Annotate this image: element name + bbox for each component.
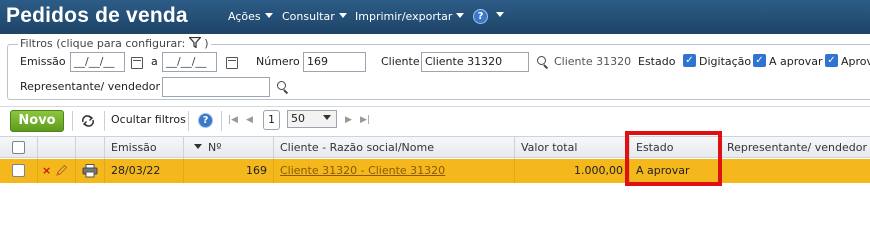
search-icon[interactable] [277,81,289,93]
cliente-link[interactable]: Cliente 31320 - Cliente 31320 [280,164,445,177]
estado-digitacao-checkbox[interactable]: ✓ [683,54,696,67]
prev-page-icon[interactable]: ◀ [246,115,253,125]
menu-consultar[interactable]: Consultar [282,10,347,23]
cell-representante [721,159,870,183]
column-cliente[interactable]: Cliente - Razão social/Nome [274,137,515,159]
cliente-name-display: Cliente 31320 [554,55,632,68]
help-icon: ? [473,9,488,24]
row-actions-cell: × [38,159,76,183]
menu-imprimir-label: Imprimir/exportar [355,10,453,23]
row-select-cell [0,159,38,183]
help-menu[interactable]: ? [473,9,504,24]
estado-digitacao-label: Digitação [699,55,752,68]
select-all-cell [0,137,38,159]
next-page-icon[interactable]: ▶ [345,115,352,125]
divider [104,111,105,131]
funnel-icon [187,36,202,49]
app-header: Pedidos de venda Ações Consultar Imprimi… [0,0,870,34]
cell-estado: A aprovar [630,159,721,183]
calendar-icon[interactable] [226,57,238,69]
chevron-down-icon [456,13,465,18]
delete-icon[interactable]: × [42,159,51,182]
last-page-icon[interactable]: ▶| [360,115,370,125]
chevron-down-icon [322,115,331,120]
sort-desc-icon [194,144,202,149]
refresh-icon[interactable] [80,114,96,128]
search-icon[interactable] [537,56,549,68]
numero-input[interactable]: 169 [303,52,366,72]
menu-acoes[interactable]: Ações [228,10,273,23]
range-separator: a [151,55,158,68]
representante-label: Representante/ vendedor [20,80,160,93]
select-all-checkbox[interactable] [12,141,25,154]
menu-acoes-label: Ações [228,10,261,23]
emissao-from-input[interactable]: __/__/__ [70,52,125,72]
cell-numero: 169 [184,159,274,183]
row-checkbox[interactable] [12,164,25,177]
grid-toolbar: Novo Ocultar filtros ? |◀ ◀ 1 50 ▶ ▶| [0,106,870,134]
estado-a-aprovar-label: A aprovar [769,55,823,68]
cell-valor-total: 1.000,00 [515,159,630,183]
column-numero-label: Nº [208,141,222,154]
filters-legend-close: ) [204,37,209,50]
row-print-cell [76,159,105,183]
cell-cliente: Cliente 31320 - Cliente 31320 [274,159,515,183]
column-numero[interactable]: Nº [184,137,274,159]
edit-pencil-icon[interactable] [55,164,68,177]
cell-emissao: 28/03/22 [105,159,184,183]
calendar-icon[interactable] [131,57,143,69]
cliente-label: Cliente [381,55,420,68]
ocultar-filtros-button[interactable]: Ocultar filtros [111,113,186,126]
page-size-value: 50 [291,112,305,125]
page-title: Pedidos de venda [6,4,188,27]
page-number-input[interactable]: 1 [263,110,280,130]
page-size-select[interactable]: 50 [287,110,337,128]
column-estado[interactable]: Estado [630,137,721,159]
menu-imprimir-exportar[interactable]: Imprimir/exportar [355,10,465,23]
column-print [76,137,105,159]
filters-legend-text: Filtros (clique para configurar: [20,37,186,50]
emissao-to-input[interactable]: __/__/__ [162,52,217,72]
estado-label: Estado [638,55,676,68]
table-row[interactable]: × 28/03/22 169 Cliente 31320 - Cliente 3… [0,159,870,183]
filters-legend[interactable]: Filtros (clique para configurar: ) [18,36,211,50]
first-page-icon[interactable]: |◀ [228,115,238,125]
estado-aprovado-checkbox[interactable]: ✓ [825,54,838,67]
estado-aprovado-label: Aprov [841,55,870,68]
novo-button[interactable]: Novo [10,110,64,132]
divider [221,111,222,131]
cliente-input[interactable]: Cliente 31320 [421,52,529,72]
column-valor-total[interactable]: Valor total [515,137,630,159]
table-header: Emissão Nº Cliente - Razão social/Nome V… [0,136,870,159]
printer-icon[interactable] [82,164,98,178]
numero-label: Número [256,55,300,68]
chevron-down-icon [496,12,504,17]
emissao-label: Emissão [20,55,66,68]
column-actions [38,137,76,159]
divider [72,111,73,131]
chevron-down-icon [264,13,273,18]
column-representante[interactable]: Representante/ vendedor [721,137,870,159]
estado-a-aprovar-checkbox[interactable]: ✓ [753,54,766,67]
help-icon[interactable]: ? [198,113,213,128]
divider [188,111,189,131]
chevron-down-icon [338,13,347,18]
representante-input[interactable] [162,77,270,97]
column-emissao[interactable]: Emissão [105,137,184,159]
menu-consultar-label: Consultar [282,10,335,23]
